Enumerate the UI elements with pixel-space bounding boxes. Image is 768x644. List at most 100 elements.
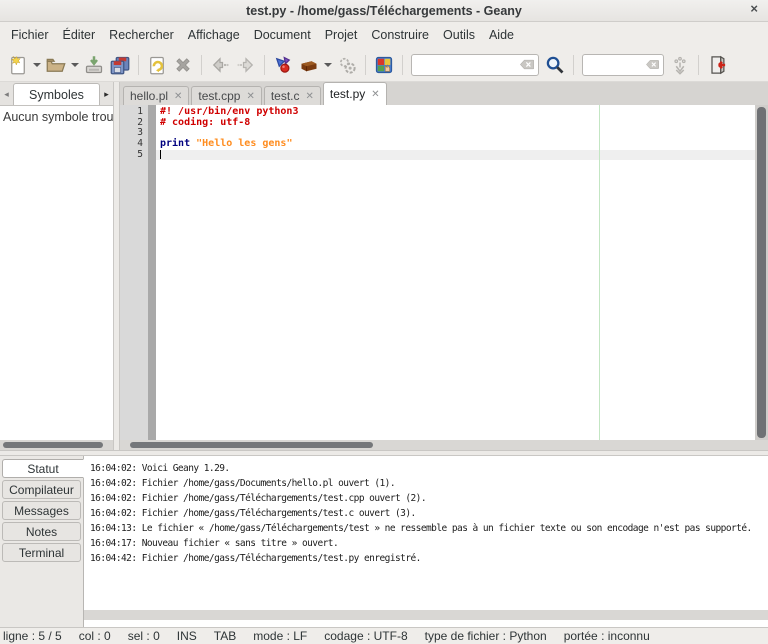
code-token-string: "Hello les gens" <box>196 138 293 150</box>
goto-line-input[interactable] <box>587 54 646 75</box>
new-file-dropdown[interactable] <box>31 52 43 78</box>
revert-button[interactable] <box>144 52 170 78</box>
tab-close-icon[interactable]: ✕ <box>306 91 314 102</box>
quit-button[interactable] <box>704 52 730 78</box>
close-file-button[interactable] <box>170 52 196 78</box>
status-message-list[interactable]: 16:04:02: Voici Geany 1.29. 16:04:02: Fi… <box>84 456 768 627</box>
run-icon <box>339 57 356 74</box>
save-all-icon <box>110 56 130 74</box>
dropdown-arrow-icon <box>71 62 79 67</box>
sidebar-scroll-left-icon[interactable]: ◂ <box>0 83 13 105</box>
goto-line-entry[interactable] <box>582 53 664 76</box>
menu-item[interactable]: Construire <box>364 25 436 45</box>
statusbar-item: INS <box>176 629 197 643</box>
code-line[interactable]: print "Hello les gens" <box>156 138 755 150</box>
bottom-tab[interactable]: Messages <box>2 501 81 520</box>
color-chooser-button[interactable] <box>371 52 397 78</box>
build-button[interactable] <box>296 52 322 78</box>
menubar: Fichier Éditer Rechercher Affichage Document… <box>0 22 768 48</box>
search-input[interactable] <box>416 54 520 75</box>
compile-button[interactable] <box>270 52 296 78</box>
bottom-tabbar: Statut Compilateur Messages Notes Termin… <box>0 456 84 627</box>
status-message: 16:04:02: Voici Geany 1.29. <box>90 463 230 474</box>
editor-hscrollbar[interactable] <box>120 440 768 450</box>
editor-tab[interactable]: test.py ✕ <box>322 82 387 105</box>
text-cursor <box>160 149 161 159</box>
new-file-button[interactable] <box>5 52 31 78</box>
open-file-button[interactable] <box>43 52 69 78</box>
toolbar-separator <box>264 54 265 75</box>
editor-vscrollbar[interactable] <box>755 105 768 440</box>
nav-forward-button[interactable] <box>233 52 259 78</box>
bottom-tab[interactable]: Compilateur <box>2 480 81 499</box>
sidebar: ◂ Symboles ▸ Aucun symbole trouv <box>0 82 113 450</box>
code-line[interactable]: # coding: utf-8 <box>156 117 755 129</box>
tab-close-icon[interactable]: ✕ <box>174 91 182 102</box>
menu-item[interactable]: Éditer <box>56 25 103 45</box>
run-button[interactable] <box>334 52 360 78</box>
tab-close-icon[interactable]: ✕ <box>371 89 379 100</box>
editor-tab[interactable]: test.c ✕ <box>263 86 321 105</box>
search-entry[interactable] <box>411 53 539 76</box>
statusbar-item: portée : inconnu <box>563 629 650 643</box>
sidebar-scroll-right-icon[interactable]: ▸ <box>100 83 113 105</box>
menu-item[interactable]: Affichage <box>181 25 247 45</box>
toolbar-separator <box>573 54 574 75</box>
line-number: 4 <box>137 138 143 150</box>
menu-item[interactable]: Document <box>247 25 318 45</box>
status-message: 16:04:42: Fichier /home/gass/Téléchargem… <box>90 553 421 564</box>
dropdown-arrow-icon <box>324 62 332 67</box>
open-file-icon <box>46 58 66 72</box>
code-area[interactable]: #! /usr/bin/env python3 # coding: utf-8 pr… <box>156 105 755 440</box>
tab-close-icon[interactable]: ✕ <box>246 91 254 102</box>
toolbar-separator <box>138 54 139 75</box>
bottom-tab[interactable]: Terminal <box>2 543 81 562</box>
close-file-icon <box>176 57 190 72</box>
code-token-comment: #! /usr/bin/env python3 <box>160 106 299 117</box>
code-token-keyword: print <box>160 138 191 150</box>
statusbar-item: mode : LF <box>253 629 308 643</box>
build-dropdown[interactable] <box>322 52 334 78</box>
sidebar-splitter[interactable] <box>113 82 120 450</box>
scrollbar-thumb[interactable] <box>130 442 373 448</box>
status-message: 16:04:02: Fichier /home/gass/Documents/h… <box>90 478 396 489</box>
symbols-empty-text: Aucun symbole trouv <box>0 106 113 440</box>
build-icon <box>301 60 317 71</box>
goto-line-button[interactable] <box>667 52 693 78</box>
toolbar-separator <box>698 54 699 75</box>
code-editor[interactable]: 12345 #! /usr/bin/env python3 # coding: u… <box>120 105 768 440</box>
statusbar-item: sel : 0 <box>127 629 160 643</box>
editor-pane: hello.pl ✕ test.cpp ✕ test.c ✕ test.py ✕… <box>120 82 768 450</box>
quit-icon <box>711 55 726 74</box>
goto-clear-icon[interactable] <box>645 59 659 70</box>
window-close-icon[interactable]: × <box>750 1 758 16</box>
sidebar-hscrollbar[interactable] <box>0 440 113 450</box>
sidebar-tab-symbols[interactable]: Symboles <box>13 83 100 105</box>
open-file-dropdown[interactable] <box>69 52 81 78</box>
menu-item[interactable]: Rechercher <box>102 25 181 45</box>
menu-item[interactable]: Projet <box>318 25 365 45</box>
nav-back-button[interactable] <box>207 52 233 78</box>
menu-item[interactable]: Fichier <box>4 25 56 45</box>
statusbar-item: TAB <box>213 629 237 643</box>
compile-icon <box>275 55 291 73</box>
save-all-button[interactable] <box>107 52 133 78</box>
titlebar: test.py - /home/gass/Téléchargements - G… <box>0 0 768 22</box>
menu-item[interactable]: Outils <box>436 25 482 45</box>
tab-label: test.cpp <box>198 89 241 103</box>
save-button[interactable] <box>81 52 107 78</box>
scrollbar-thumb[interactable] <box>3 442 103 448</box>
menu-item[interactable]: Aide <box>482 25 521 45</box>
editor-tab[interactable]: hello.pl ✕ <box>123 86 190 105</box>
statusbar-item: col : 0 <box>78 629 111 643</box>
search-clear-icon[interactable] <box>519 59 534 70</box>
search-button[interactable] <box>542 52 568 78</box>
bottom-tab[interactable]: Statut <box>2 459 84 478</box>
line-number: 2 <box>137 116 143 128</box>
messages-hscrollbar[interactable] <box>84 610 768 620</box>
code-line[interactable] <box>156 149 755 161</box>
editor-tab[interactable]: test.cpp ✕ <box>191 86 262 105</box>
scrollbar-thumb[interactable] <box>757 107 766 438</box>
bottom-tab[interactable]: Notes <box>2 522 81 541</box>
tab-label: test.py <box>329 87 366 101</box>
